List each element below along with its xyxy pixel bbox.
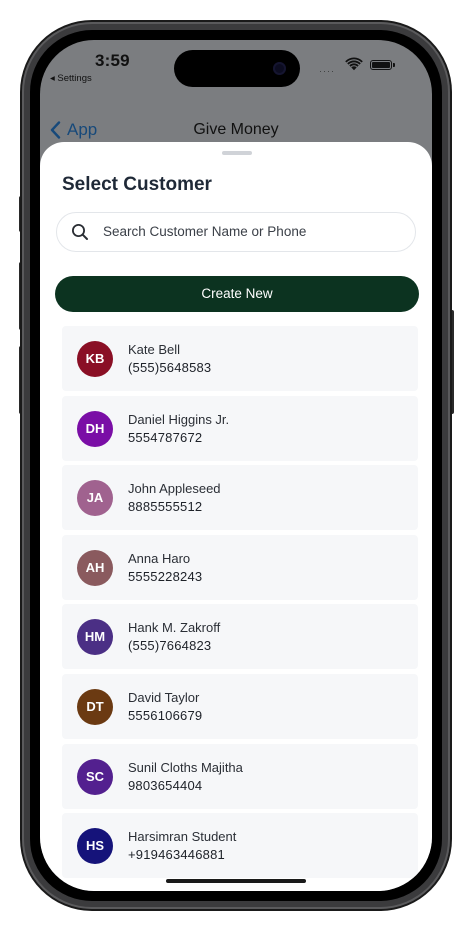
customer-phone: (555)7664823 <box>128 638 212 654</box>
avatar: HS <box>77 828 113 865</box>
customer-phone: 5554787672 <box>128 429 203 445</box>
home-indicator[interactable] <box>166 879 306 883</box>
sheet-title: Select Customer <box>62 174 212 195</box>
customer-name: Anna Haro <box>128 550 191 566</box>
customer-row[interactable]: HM Hank M. Zakroff (555)7664823 <box>62 604 418 670</box>
screen: 3:59 ◂ Settings ···· App Give Money Sele… <box>40 40 432 891</box>
avatar: SC <box>77 758 113 795</box>
search-field[interactable] <box>56 212 416 252</box>
avatar: DH <box>77 410 113 447</box>
customer-row[interactable]: SC Sunil Cloths Majitha 9803654404 <box>62 743 418 809</box>
status-time: 3:59 <box>95 51 130 70</box>
customer-phone: 9803654404 <box>128 777 203 793</box>
create-new-button[interactable]: Create New <box>55 276 419 312</box>
avatar: HM <box>77 619 113 656</box>
avatar: AH <box>77 549 113 586</box>
battery-icon <box>370 60 392 70</box>
customer-phone: +919463446881 <box>128 847 225 863</box>
select-customer-sheet: Select Customer Create New KB Kate Bell (5… <box>40 142 432 891</box>
search-icon <box>72 224 88 240</box>
customer-row[interactable]: JA John Appleseed 8885555512 <box>62 465 418 531</box>
customer-name: Daniel Higgins Jr. <box>128 411 230 427</box>
customer-row[interactable]: AH Anna Haro 5555228243 <box>62 534 418 600</box>
customer-list: KB Kate Bell (555)5648583 DH Daniel Higgins … <box>62 326 418 883</box>
sheet-grabber[interactable] <box>222 151 252 155</box>
battery-tip <box>393 63 395 67</box>
customer-row[interactable]: DH Daniel Higgins Jr. 5554787672 <box>62 395 418 461</box>
avatar: DT <box>77 688 113 725</box>
customer-name: John Appleseed <box>128 481 221 497</box>
search-input[interactable] <box>103 213 403 250</box>
camera-icon <box>273 62 286 75</box>
customer-phone: 8885555512 <box>128 499 203 515</box>
avatar: KB <box>77 341 113 377</box>
wifi-icon <box>345 57 363 71</box>
phone-body: 3:59 ◂ Settings ···· App Give Money Sele… <box>22 22 450 909</box>
customer-phone: 5556106679 <box>128 707 203 723</box>
customer-name: David Taylor <box>128 689 200 705</box>
customer-name: Kate Bell <box>128 342 181 357</box>
status-bar: 3:59 ◂ Settings ···· <box>40 40 432 100</box>
customer-row[interactable]: KB Kate Bell (555)5648583 <box>62 326 418 391</box>
customer-phone: 5555228243 <box>128 568 203 584</box>
customer-row[interactable]: HS Harsimran Student +919463446881 <box>62 813 418 879</box>
dynamic-island <box>174 50 300 87</box>
back-to-app-link[interactable]: ◂ Settings <box>50 73 92 84</box>
customer-name: Hank M. Zakroff <box>128 620 221 636</box>
cellular-signal-icon: ···· <box>319 66 335 76</box>
customer-row[interactable]: DT David Taylor 5556106679 <box>62 673 418 739</box>
avatar: JA <box>77 480 113 517</box>
device-frame: 3:59 ◂ Settings ···· App Give Money Sele… <box>0 0 473 932</box>
customer-name: Harsimran Student <box>128 829 237 845</box>
customer-phone: (555)5648583 <box>128 360 212 375</box>
customer-name: Sunil Cloths Majitha <box>128 759 243 775</box>
